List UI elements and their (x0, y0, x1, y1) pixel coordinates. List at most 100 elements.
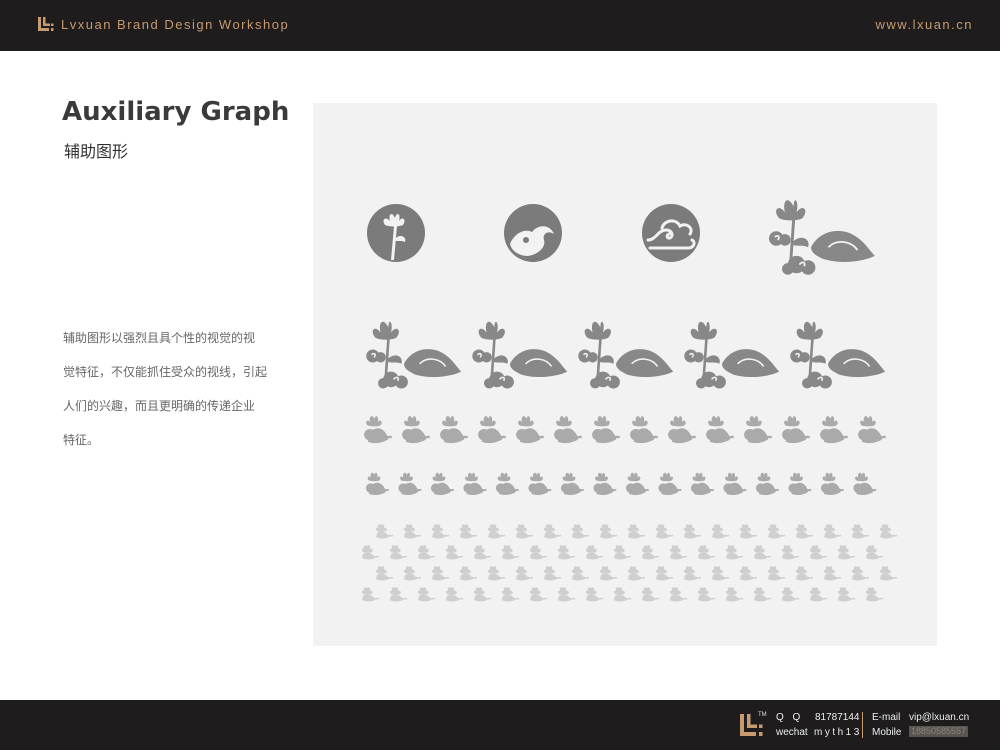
pattern-glyph (571, 524, 589, 539)
pattern-glyph (879, 566, 897, 581)
description-line: 辅助图形以强烈且具个性的视觉的视 (63, 331, 256, 345)
pattern-glyph (375, 524, 393, 539)
pattern-glyph (599, 524, 617, 539)
description-line: 觉特征，不仅能抓住受众的视线，引起 (63, 365, 268, 379)
lotus-cloud-motif-icon (768, 199, 876, 276)
auxiliary-graphics (361, 199, 897, 602)
pattern-glyph (528, 472, 552, 496)
pattern-glyph (669, 545, 687, 560)
mobile-value: 18850585557 (909, 726, 969, 737)
pattern-glyph (430, 472, 454, 496)
pattern-glyph (560, 472, 584, 496)
pattern-glyph (402, 416, 430, 444)
pattern-glyph (445, 545, 463, 560)
brand-name: Lvxuan Brand Design Workshop (61, 17, 290, 32)
pattern-glyph (417, 587, 435, 602)
trademark-mark: TM (758, 712, 767, 718)
pattern-glyph (592, 416, 620, 444)
wave-circle-icon (504, 204, 562, 262)
pattern-glyph (473, 545, 491, 560)
pattern-glyph (625, 472, 649, 496)
pattern-glyph (613, 545, 631, 560)
footer-divider (862, 712, 863, 738)
pattern-glyph (690, 472, 714, 496)
pattern-glyph (823, 566, 841, 581)
wechat-label: wechat (776, 727, 808, 738)
pattern-glyph (739, 524, 757, 539)
pattern-glyph (706, 416, 734, 444)
pattern-glyph (683, 524, 701, 539)
pattern-glyph (753, 545, 771, 560)
pattern-glyph (697, 587, 715, 602)
pattern-glyph (557, 587, 575, 602)
pattern-glyph (630, 416, 658, 444)
pattern-glyph (739, 566, 757, 581)
pattern-glyph (795, 524, 813, 539)
pattern-glyph (501, 587, 519, 602)
pattern-glyph (753, 587, 771, 602)
pattern-glyph (571, 566, 589, 581)
pattern-row-medium (364, 416, 886, 444)
pattern-glyph (516, 416, 544, 444)
website-link[interactable]: www.lxuan.cn (876, 17, 973, 32)
email-value[interactable]: vip@lxuan.cn (909, 712, 969, 723)
pattern-glyph (529, 545, 547, 560)
pattern-glyph (820, 416, 848, 444)
pattern-glyph (725, 587, 743, 602)
pattern-glyph (788, 472, 812, 496)
pattern-glyph (375, 566, 393, 581)
pattern-glyph (515, 566, 533, 581)
pattern-glyph (515, 524, 533, 539)
pattern-glyph (361, 587, 379, 602)
pattern-glyph (851, 566, 869, 581)
pattern-glyph (853, 472, 877, 496)
pattern-glyph (697, 545, 715, 560)
pattern-glyph (365, 472, 389, 496)
pattern-glyph (668, 416, 696, 444)
pattern-glyph (809, 587, 827, 602)
pattern-glyph (398, 472, 422, 496)
lx-logo-icon (38, 17, 54, 31)
pattern-glyph (431, 566, 449, 581)
pattern-glyph (865, 587, 883, 602)
pattern-glyph (683, 566, 701, 581)
top-bar: Lvxuan Brand Design Workshop www.lxuan.c… (0, 0, 1000, 51)
pattern-glyph (487, 524, 505, 539)
pattern-glyph (755, 472, 779, 496)
pattern-glyph (599, 566, 617, 581)
pattern-glyph (389, 545, 407, 560)
description: 辅助图形以强烈且具个性的视觉的视 觉特征，不仅能抓住受众的视线，引起 人们的兴趣… (63, 321, 273, 457)
pattern-glyph (795, 566, 813, 581)
pattern-glyph (543, 566, 561, 581)
pattern-row-small (365, 472, 877, 496)
pattern-glyph (837, 587, 855, 602)
pattern-glyph (744, 416, 772, 444)
pattern-glyph (389, 587, 407, 602)
pattern-glyph (782, 416, 810, 444)
bottom-bar: TM Q Q 81787144 wechat myth13 E-mail vip… (0, 700, 1000, 750)
pattern-glyph (627, 524, 645, 539)
pattern-glyph (641, 587, 659, 602)
qq-label: Q Q (776, 712, 804, 723)
pattern-glyph (613, 587, 631, 602)
description-line: 人们的兴趣，而且更明确的传递企业 (63, 399, 256, 413)
mobile-label: Mobile (872, 727, 902, 738)
pattern-glyph (809, 545, 827, 560)
pattern-glyph (781, 545, 799, 560)
pattern-glyph (641, 545, 659, 560)
pattern-glyph (463, 472, 487, 496)
pattern-glyph (593, 472, 617, 496)
pattern-glyph (529, 587, 547, 602)
pattern-glyph (858, 416, 886, 444)
pattern-glyph (445, 587, 463, 602)
pattern-glyph (655, 524, 673, 539)
pattern-glyph (459, 566, 477, 581)
pattern-glyph (361, 545, 379, 560)
pattern-glyph (767, 566, 785, 581)
pattern-glyph (669, 587, 687, 602)
page-title: Auxiliary Graph (62, 97, 290, 127)
pattern-glyph (879, 524, 897, 539)
pattern-glyph (487, 566, 505, 581)
pattern-row-tiny (361, 524, 897, 602)
pattern-glyph (865, 545, 883, 560)
